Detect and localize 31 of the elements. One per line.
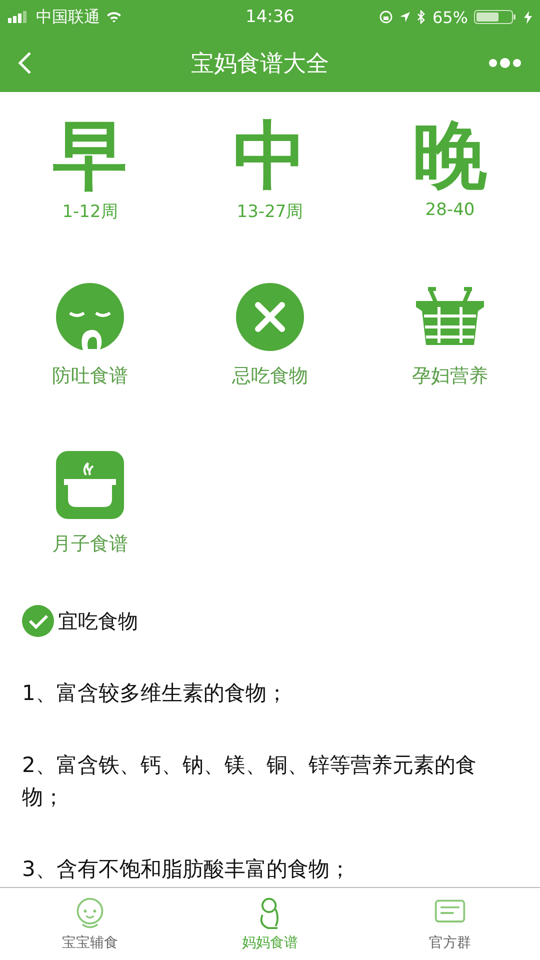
bluetooth-icon [417,10,426,24]
food-tip-text: 1、富含较多维生素的食物； [21,680,288,707]
nauseous-face-icon[interactable] [56,283,124,351]
period-character[interactable]: 中 [233,112,307,200]
period-weeks[interactable]: 28-40 [425,200,475,220]
category-label[interactable]: 忌吃食物 [232,363,308,389]
period-weeks[interactable]: 1-12周 [62,200,118,223]
battery-percent: 65% [432,8,468,26]
period-character[interactable]: 晚 [413,112,487,200]
section-title: 宜吃食物 [58,608,138,634]
status-time: 14:36 [246,7,294,27]
tab-bar-item[interactable]: 宝宝辅食 [0,888,180,960]
page-title: 宝妈食谱大全 [191,50,329,78]
battery-icon [474,10,518,24]
carrier-name: 中国联通 [36,6,100,28]
tab-bar-item[interactable]: 妈妈食谱 [180,888,360,960]
cooking-pot-icon[interactable] [56,451,124,519]
wifi-icon [106,11,122,23]
location-icon [399,11,412,23]
charging-icon [524,10,532,24]
food-tip-text: 3、含有不饱和脂肪酸丰富的食物； [21,856,352,883]
category-label[interactable]: 孕妇营养 [412,363,488,389]
rotation-lock-icon [379,10,394,24]
period-weeks[interactable]: 13-27周 [236,200,304,223]
tab-bar-item[interactable]: 官方群 [360,888,540,960]
food-tip-text: 2、富含铁、钙、钠、镁、铜、锌等营养元素的食物； [21,752,478,811]
checkmark-icon [22,605,54,637]
cross-circle-icon[interactable] [236,283,304,351]
period-character[interactable]: 早 [53,112,127,200]
category-label[interactable]: 月子食谱 [52,531,128,557]
category-label[interactable]: 防吐食谱 [52,363,128,389]
